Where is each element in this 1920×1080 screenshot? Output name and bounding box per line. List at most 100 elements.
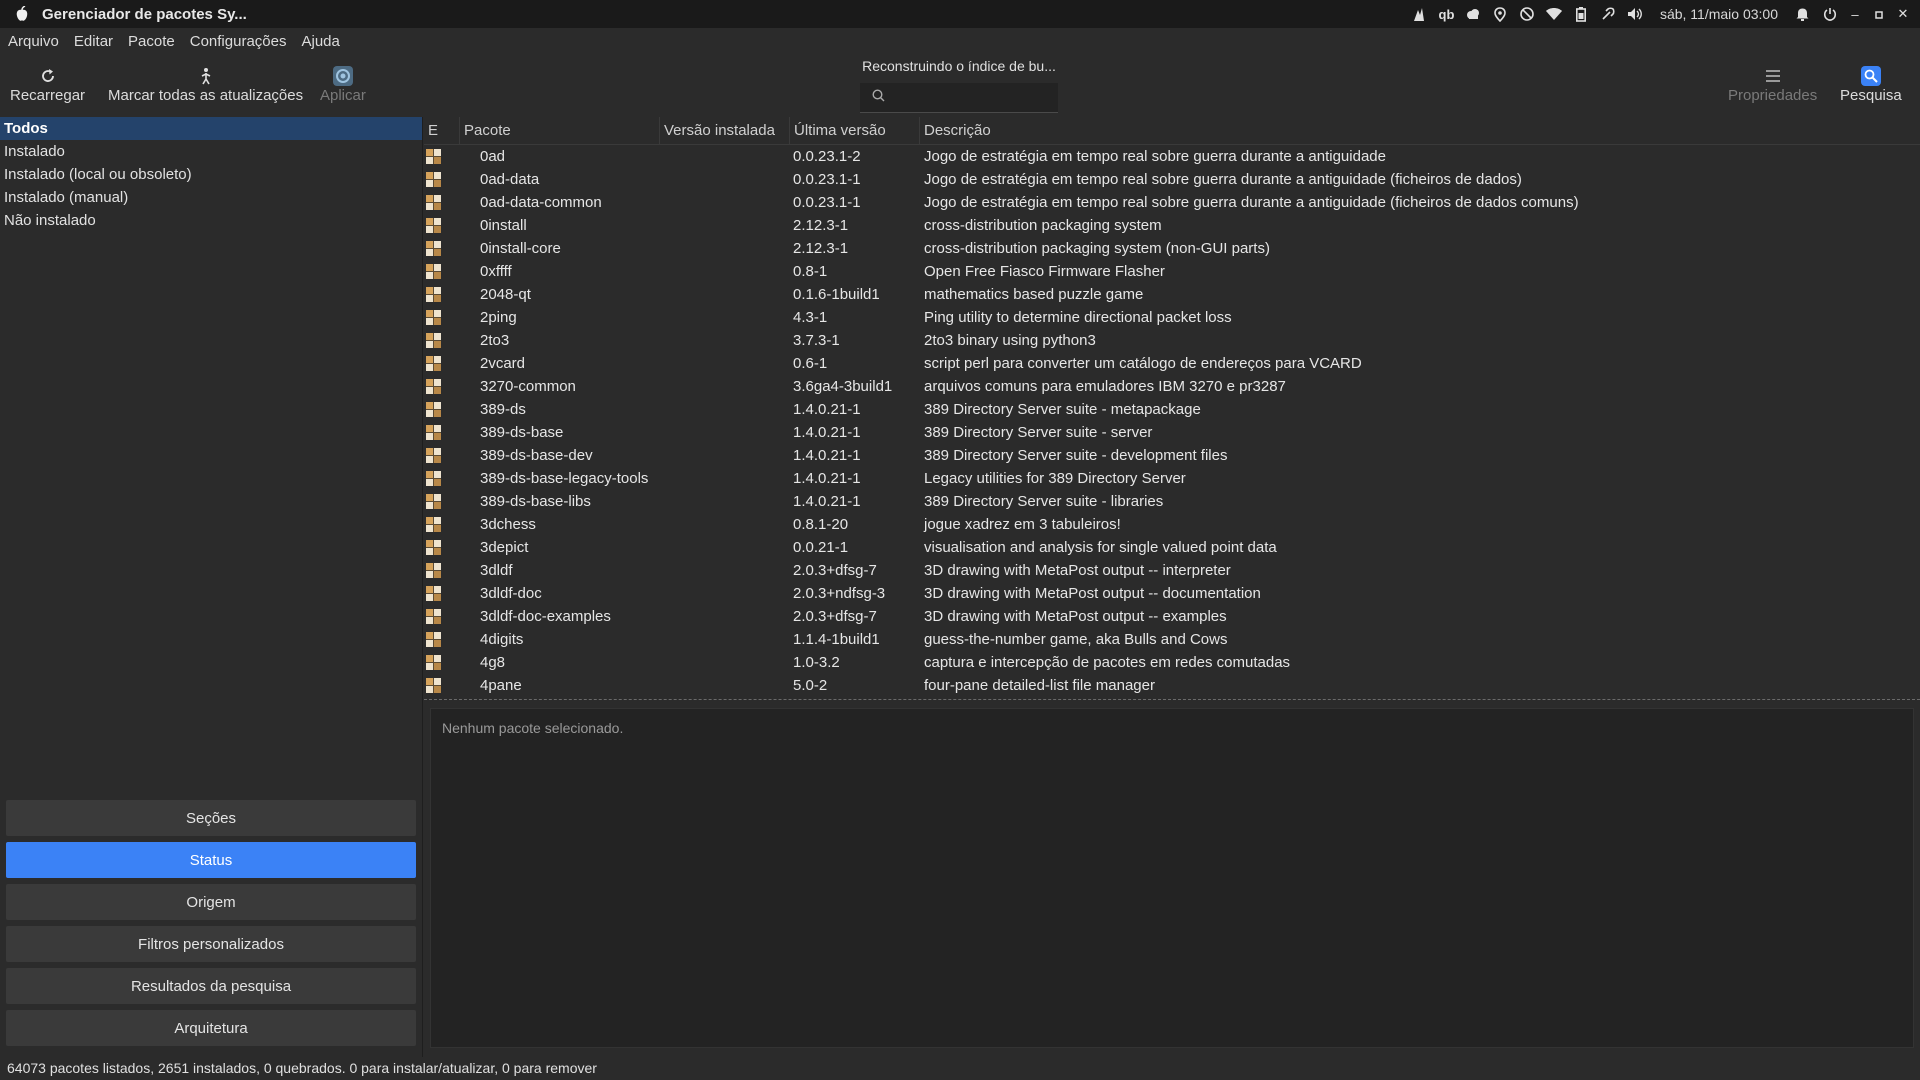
search-input[interactable]: [893, 89, 1043, 106]
package-status-icon[interactable]: [426, 310, 441, 325]
filter-item-instalado[interactable]: Instalado: [0, 140, 422, 163]
power-icon[interactable]: [1821, 6, 1838, 23]
package-status-cell[interactable]: [424, 563, 460, 578]
package-status-icon[interactable]: [426, 287, 441, 302]
package-status-cell[interactable]: [424, 609, 460, 624]
apply-button[interactable]: Aplicar: [320, 65, 366, 104]
table-row[interactable]: 2048-qt 0.1.6-1build1 mathematics based pu…: [424, 283, 1920, 306]
package-status-icon[interactable]: [426, 172, 441, 187]
menu-arquivo[interactable]: Arquivo: [8, 33, 59, 50]
package-status-cell[interactable]: [424, 333, 460, 348]
package-status-cell[interactable]: [424, 448, 460, 463]
package-status-cell[interactable]: [424, 379, 460, 394]
qbittorrent-icon[interactable]: qb: [1438, 6, 1455, 23]
menu-configuracoes[interactable]: Configurações: [190, 33, 287, 50]
maximize-icon[interactable]: [1872, 7, 1886, 22]
table-row[interactable]: 0ad-data 0.0.23.1-1 Jogo de estratégia em …: [424, 168, 1920, 191]
location-pin-icon[interactable]: [1492, 6, 1509, 23]
table-row[interactable]: 2vcard 0.6-1 script perl para converter um…: [424, 352, 1920, 375]
package-status-cell[interactable]: [424, 425, 460, 440]
package-status-icon[interactable]: [426, 678, 441, 693]
pane-divider[interactable]: [424, 699, 1920, 700]
table-row[interactable]: 389-ds-base 1.4.0.21-1 389 Directory Serve…: [424, 421, 1920, 444]
close-icon[interactable]: ✕: [1896, 6, 1910, 22]
column-header-latest-version[interactable]: Última versão: [790, 117, 920, 145]
table-row[interactable]: 0xffff 0.8-1 Open Free Fiasco Firmware Fla…: [424, 260, 1920, 283]
table-row[interactable]: 3depict 0.0.21-1 visualisation and analysi…: [424, 536, 1920, 559]
package-status-cell[interactable]: [424, 494, 460, 509]
package-status-cell[interactable]: [424, 471, 460, 486]
properties-button[interactable]: Propriedades: [1728, 65, 1817, 104]
package-status-cell[interactable]: [424, 632, 460, 647]
package-status-icon[interactable]: [426, 425, 441, 440]
package-status-icon[interactable]: [426, 333, 441, 348]
package-status-cell[interactable]: [424, 678, 460, 693]
filter-item-instalado-manual[interactable]: Instalado (manual): [0, 186, 422, 209]
package-status-cell[interactable]: [424, 517, 460, 532]
column-header-installed-version[interactable]: Versão instalada: [660, 117, 790, 145]
minimize-icon[interactable]: –: [1848, 7, 1862, 22]
table-row[interactable]: 2ping 4.3-1 Ping utility to determine dire…: [424, 306, 1920, 329]
custom-filters-button[interactable]: Filtros personalizados: [6, 926, 416, 962]
package-status-icon[interactable]: [426, 356, 441, 371]
table-row[interactable]: 4g8 1.0-3.2 captura e intercepção de pacot…: [424, 651, 1920, 674]
menu-ajuda[interactable]: Ajuda: [301, 33, 339, 50]
blocked-icon[interactable]: [1519, 6, 1536, 23]
package-status-icon[interactable]: [426, 379, 441, 394]
package-status-cell[interactable]: [424, 310, 460, 325]
package-status-cell[interactable]: [424, 402, 460, 417]
package-status-icon[interactable]: [426, 586, 441, 601]
package-status-icon[interactable]: [426, 218, 441, 233]
package-status-cell[interactable]: [424, 287, 460, 302]
origin-button[interactable]: Origem: [6, 884, 416, 920]
menu-editar[interactable]: Editar: [74, 33, 113, 50]
table-row[interactable]: 389-ds 1.4.0.21-1 389 Directory Server sui…: [424, 398, 1920, 421]
package-status-icon[interactable]: [426, 563, 441, 578]
table-row[interactable]: 389-ds-base-dev 1.4.0.21-1 389 Directory S…: [424, 444, 1920, 467]
wifi-icon[interactable]: [1546, 6, 1563, 23]
package-status-icon[interactable]: [426, 517, 441, 532]
package-status-cell[interactable]: [424, 540, 460, 555]
table-row[interactable]: 0install 2.12.3-1 cross-distribution packa…: [424, 214, 1920, 237]
package-status-cell[interactable]: [424, 241, 460, 256]
table-row[interactable]: 4pane 5.0-2 four-pane detailed-list file m…: [424, 674, 1920, 697]
filter-item-nao-instalado[interactable]: Não instalado: [0, 209, 422, 232]
table-row[interactable]: 0install-core 2.12.3-1 cross-distribution …: [424, 237, 1920, 260]
mark-all-upgrades-button[interactable]: Marcar todas as atualizações: [108, 65, 303, 104]
reload-button[interactable]: Recarregar: [10, 65, 85, 104]
package-status-cell[interactable]: [424, 655, 460, 670]
package-status-cell[interactable]: [424, 218, 460, 233]
table-row[interactable]: 0ad 0.0.23.1-2 Jogo de estratégia em tempo…: [424, 145, 1920, 168]
table-row[interactable]: 3270-common 3.6ga4-3build1 arquivos comuns…: [424, 375, 1920, 398]
table-row[interactable]: 2to3 3.7.3-1 2to3 binary using python3: [424, 329, 1920, 352]
search-results-button[interactable]: Resultados da pesquisa: [6, 968, 416, 1004]
package-status-icon[interactable]: [426, 264, 441, 279]
filter-item-instalado-local[interactable]: Instalado (local ou obsoleto): [0, 163, 422, 186]
volume-icon[interactable]: [1627, 6, 1644, 23]
notification-bell-icon[interactable]: [1794, 6, 1811, 23]
table-row[interactable]: 3dchess 0.8.1-20 jogue xadrez em 3 tabulei…: [424, 513, 1920, 536]
package-status-icon[interactable]: [426, 448, 441, 463]
table-row[interactable]: 0ad-data-common 0.0.23.1-1 Jogo de estraté…: [424, 191, 1920, 214]
table-row[interactable]: 3dldf-doc-examples 2.0.3+dfsg-7 3D drawing…: [424, 605, 1920, 628]
package-status-cell[interactable]: [424, 149, 460, 164]
package-status-icon[interactable]: [426, 540, 441, 555]
package-status-icon[interactable]: [426, 402, 441, 417]
battery-icon[interactable]: [1573, 6, 1590, 23]
filter-item-todos[interactable]: Todos: [0, 117, 422, 140]
column-header-status[interactable]: E: [424, 117, 460, 145]
clock[interactable]: sáb, 11/maio 03:00: [1660, 6, 1778, 22]
table-row[interactable]: 3dldf-doc 2.0.3+ndfsg-3 3D drawing with Me…: [424, 582, 1920, 605]
cloud-icon[interactable]: [1465, 6, 1482, 23]
column-header-description[interactable]: Descrição: [920, 117, 1920, 145]
app-icon[interactable]: [12, 5, 32, 23]
package-status-icon[interactable]: [426, 471, 441, 486]
sections-button[interactable]: Seções: [6, 800, 416, 836]
package-status-cell[interactable]: [424, 586, 460, 601]
package-status-icon[interactable]: [426, 241, 441, 256]
package-status-cell[interactable]: [424, 172, 460, 187]
package-status-icon[interactable]: [426, 609, 441, 624]
search-button[interactable]: Pesquisa: [1840, 65, 1902, 104]
table-row[interactable]: 3dldf 2.0.3+dfsg-7 3D drawing with MetaPos…: [424, 559, 1920, 582]
table-row[interactable]: 389-ds-base-legacy-tools 1.4.0.21-1 Legacy…: [424, 467, 1920, 490]
